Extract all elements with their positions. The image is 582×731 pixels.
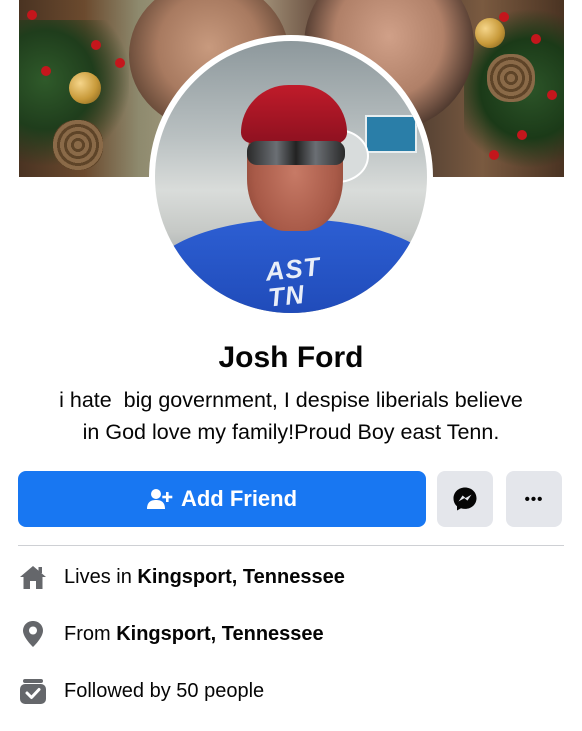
- cover-pinecone: [53, 120, 103, 170]
- cover-berry: [115, 58, 125, 68]
- home-icon: [18, 562, 48, 592]
- followers-icon: [18, 676, 48, 706]
- cover-ornament: [475, 18, 505, 48]
- cover-berry: [489, 150, 499, 160]
- cover-berry: [547, 90, 557, 100]
- followers-text: Followed by 50 people: [64, 679, 265, 702]
- cover-berry: [27, 10, 37, 20]
- cover-berry: [91, 40, 101, 50]
- messenger-button[interactable]: [437, 471, 493, 527]
- bio-line-1: i hate big government, I despise liberia…: [59, 388, 523, 412]
- avatar-shirt-text: AST TN: [264, 247, 380, 313]
- avatar-wall-art: [365, 115, 417, 153]
- profile-bio: i hate big government, I despise liberia…: [20, 384, 562, 448]
- avatar-sunglasses: [247, 141, 345, 165]
- lives-value[interactable]: Kingsport, Tennessee: [137, 566, 344, 589]
- cover-berry: [531, 34, 541, 44]
- bio-line-2: in God love my family!Proud Boy east Ten…: [82, 420, 500, 444]
- more-options-button[interactable]: •••: [506, 471, 562, 527]
- cover-pinecone: [487, 54, 535, 102]
- add-person-icon: [146, 489, 173, 509]
- cover-berry: [41, 66, 51, 76]
- from-value[interactable]: Kingsport, Tennessee: [116, 623, 323, 646]
- info-from: From Kingsport, Tennessee: [18, 618, 564, 650]
- avatar[interactable]: AST TN: [155, 41, 427, 313]
- add-friend-button[interactable]: Add Friend: [18, 471, 426, 527]
- lives-prefix: Lives in: [64, 565, 138, 588]
- more-dots-icon: •••: [524, 490, 544, 508]
- info-lives-in: Lives in Kingsport, Tennessee: [18, 561, 564, 593]
- cover-berry: [517, 130, 527, 140]
- divider: [18, 545, 564, 546]
- location-pin-icon: [18, 619, 48, 649]
- cover-ornament: [69, 72, 101, 104]
- profile-name: Josh Ford: [218, 341, 364, 374]
- add-friend-label: Add Friend: [180, 486, 298, 511]
- info-followers[interactable]: Followed by 50 people: [18, 675, 564, 707]
- cover-berry: [499, 12, 509, 22]
- avatar-cap: [241, 85, 347, 143]
- from-prefix: From: [64, 622, 117, 645]
- messenger-icon: [453, 487, 477, 511]
